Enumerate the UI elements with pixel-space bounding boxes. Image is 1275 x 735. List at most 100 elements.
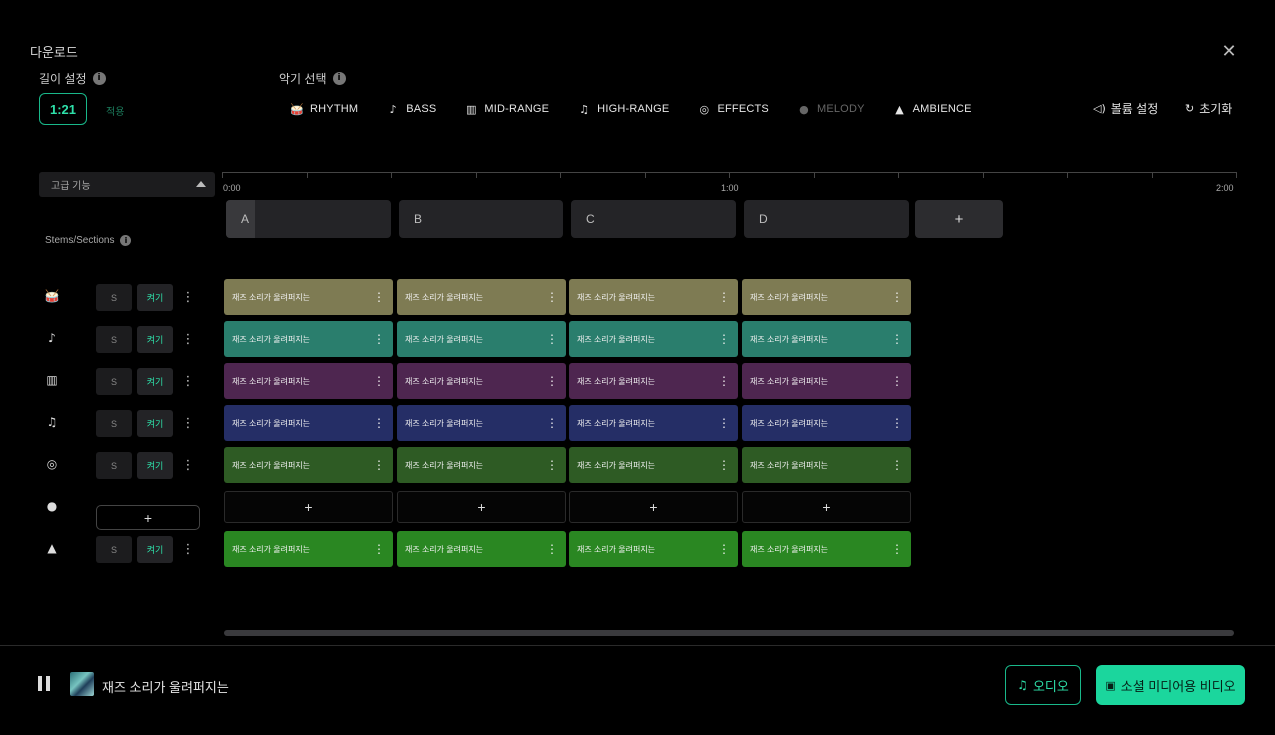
clip-menu-icon[interactable]: ⋮: [718, 279, 730, 315]
clip-menu-icon[interactable]: ⋮: [891, 363, 903, 399]
instrument-label: AMBIENCE: [912, 103, 972, 115]
stem-clip[interactable]: 재즈 소리가 울려퍼지는 ⋮: [569, 363, 738, 399]
section-b[interactable]: B: [399, 200, 563, 238]
clip-menu-icon[interactable]: ⋮: [718, 531, 730, 567]
stem-clip[interactable]: 재즈 소리가 울려퍼지는 ⋮: [569, 531, 738, 567]
add-clip-button[interactable]: +: [224, 491, 393, 523]
on-toggle-button[interactable]: 켜기: [137, 284, 173, 311]
stem-clip[interactable]: 재즈 소리가 울려퍼지는 ⋮: [224, 531, 393, 567]
clip-menu-icon[interactable]: ⋮: [373, 321, 385, 357]
stem-clip[interactable]: 재즈 소리가 울려퍼지는 ⋮: [742, 531, 911, 567]
reset-button[interactable]: ↻ 초기화: [1185, 100, 1232, 117]
clip-menu-icon[interactable]: ⋮: [718, 405, 730, 441]
instrument-effects[interactable]: ◎ EFFECTS: [697, 103, 769, 116]
on-toggle-button[interactable]: 켜기: [137, 368, 173, 395]
length-input[interactable]: 1:21: [39, 93, 87, 125]
instrument-rhythm[interactable]: 🥁 RHYTHM: [290, 103, 358, 116]
clip-menu-icon[interactable]: ⋮: [546, 321, 558, 357]
solo-button[interactable]: S: [96, 326, 132, 353]
stem-clip[interactable]: 재즈 소리가 울려퍼지는 ⋮: [397, 321, 566, 357]
track-menu-icon[interactable]: ⋮: [182, 326, 195, 353]
solo-button[interactable]: S: [96, 284, 132, 311]
section-d[interactable]: D: [744, 200, 909, 238]
instrument-ambience[interactable]: ▲ AMBIENCE: [893, 103, 972, 116]
clip-menu-icon[interactable]: ⋮: [891, 447, 903, 483]
solo-button[interactable]: S: [96, 410, 132, 437]
timeline-tick: [898, 172, 899, 178]
stem-clip[interactable]: 재즈 소리가 울려퍼지는 ⋮: [569, 321, 738, 357]
on-toggle-button[interactable]: 켜기: [137, 410, 173, 437]
stem-clip[interactable]: 재즈 소리가 울려퍼지는 ⋮: [224, 321, 393, 357]
clip-menu-icon[interactable]: ⋮: [718, 321, 730, 357]
instrument-bass[interactable]: ♪ BASS: [386, 103, 437, 116]
clip-menu-icon[interactable]: ⋮: [546, 447, 558, 483]
advanced-dropdown[interactable]: 고급 기능: [39, 172, 215, 197]
on-toggle-button[interactable]: 켜기: [137, 536, 173, 563]
track-menu-icon[interactable]: ⋮: [182, 536, 195, 563]
stem-clip[interactable]: 재즈 소리가 울려퍼지는 ⋮: [397, 363, 566, 399]
clip-menu-icon[interactable]: ⋮: [891, 279, 903, 315]
stem-clip[interactable]: 재즈 소리가 울려퍼지는 ⋮: [397, 447, 566, 483]
stem-clip[interactable]: 재즈 소리가 울려퍼지는 ⋮: [742, 363, 911, 399]
stem-clip[interactable]: 재즈 소리가 울려퍼지는 ⋮: [224, 279, 393, 315]
stem-clip[interactable]: 재즈 소리가 울려퍼지는 ⋮: [742, 279, 911, 315]
add-section-button[interactable]: +: [915, 200, 1003, 238]
track-menu-icon[interactable]: ⋮: [182, 410, 195, 437]
clip-menu-icon[interactable]: ⋮: [718, 363, 730, 399]
clip-menu-icon[interactable]: ⋮: [546, 279, 558, 315]
add-clip-button[interactable]: +: [569, 491, 738, 523]
solo-button[interactable]: S: [96, 536, 132, 563]
clip-menu-icon[interactable]: ⋮: [373, 405, 385, 441]
clip-menu-icon[interactable]: ⋮: [373, 447, 385, 483]
track-menu-icon[interactable]: ⋮: [182, 452, 195, 479]
clip-menu-icon[interactable]: ⋮: [718, 447, 730, 483]
add-stem-button[interactable]: +: [96, 505, 200, 530]
clip-menu-icon[interactable]: ⋮: [891, 405, 903, 441]
instrument-melody[interactable]: ● MELODY: [797, 103, 865, 116]
stem-clip[interactable]: 재즈 소리가 울려퍼지는 ⋮: [397, 405, 566, 441]
stem-clip[interactable]: 재즈 소리가 울려퍼지는 ⋮: [397, 531, 566, 567]
clip-menu-icon[interactable]: ⋮: [546, 363, 558, 399]
social-video-button[interactable]: ▣ 소셜 미디어용 비디오: [1096, 665, 1245, 705]
stem-clip[interactable]: 재즈 소리가 울려퍼지는 ⋮: [742, 321, 911, 357]
stem-clip[interactable]: 재즈 소리가 울려퍼지는 ⋮: [569, 447, 738, 483]
add-clip-button[interactable]: +: [742, 491, 911, 523]
stem-clip[interactable]: 재즈 소리가 울려퍼지는 ⋮: [224, 447, 393, 483]
instrument-high-range[interactable]: ♫ HIGH-RANGE: [577, 103, 669, 116]
instrument-mid-range[interactable]: ▥ MID-RANGE: [464, 103, 549, 116]
clip-menu-icon[interactable]: ⋮: [891, 531, 903, 567]
info-icon[interactable]: i: [92, 72, 106, 85]
clip-menu-icon[interactable]: ⋮: [373, 363, 385, 399]
volume-label: 볼륨 설정: [1110, 102, 1159, 116]
track-menu-icon[interactable]: ⋮: [182, 368, 195, 395]
clip-menu-icon[interactable]: ⋮: [891, 321, 903, 357]
volume-button[interactable]: ◁) 볼륨 설정: [1093, 100, 1158, 117]
on-toggle-button[interactable]: 켜기: [137, 452, 173, 479]
stem-clip[interactable]: 재즈 소리가 울려퍼지는 ⋮: [224, 405, 393, 441]
apply-button[interactable]: 적용: [106, 103, 124, 118]
info-icon[interactable]: i: [332, 72, 346, 85]
stem-clip[interactable]: 재즈 소리가 울려퍼지는 ⋮: [742, 405, 911, 441]
piano-icon: ▥: [46, 373, 58, 387]
clip-menu-icon[interactable]: ⋮: [373, 279, 385, 315]
on-toggle-button[interactable]: 켜기: [137, 326, 173, 353]
stem-clip[interactable]: 재즈 소리가 울려퍼지는 ⋮: [397, 279, 566, 315]
section-c[interactable]: C: [571, 200, 736, 238]
horizontal-scrollbar[interactable]: [224, 630, 1234, 636]
section-a[interactable]: A: [226, 200, 391, 238]
stem-clip[interactable]: 재즈 소리가 울려퍼지는 ⋮: [224, 363, 393, 399]
pause-button[interactable]: [38, 676, 54, 692]
close-icon[interactable]: ✕: [1220, 42, 1238, 60]
add-clip-button[interactable]: +: [397, 491, 566, 523]
stem-clip[interactable]: 재즈 소리가 울려퍼지는 ⋮: [569, 279, 738, 315]
solo-button[interactable]: S: [96, 368, 132, 395]
stem-clip[interactable]: 재즈 소리가 울려퍼지는 ⋮: [569, 405, 738, 441]
audio-download-button[interactable]: ♫ 오디오: [1005, 665, 1081, 705]
info-icon[interactable]: i: [120, 235, 132, 246]
solo-button[interactable]: S: [96, 452, 132, 479]
clip-menu-icon[interactable]: ⋮: [373, 531, 385, 567]
stem-clip[interactable]: 재즈 소리가 울려퍼지는 ⋮: [742, 447, 911, 483]
clip-menu-icon[interactable]: ⋮: [546, 531, 558, 567]
track-menu-icon[interactable]: ⋮: [182, 284, 195, 311]
clip-menu-icon[interactable]: ⋮: [546, 405, 558, 441]
